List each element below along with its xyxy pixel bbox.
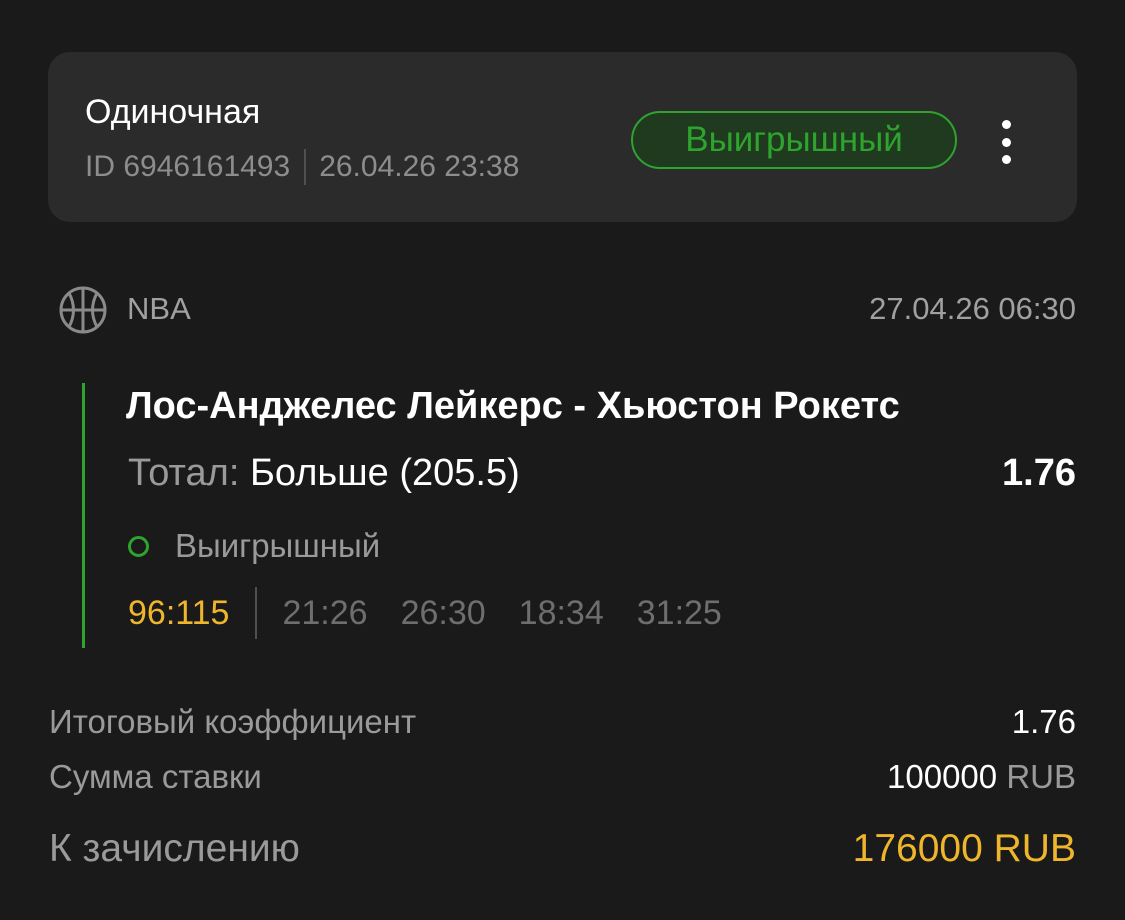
event-status-bar bbox=[82, 383, 85, 648]
more-dot-icon bbox=[1001, 155, 1011, 164]
more-options-button[interactable] bbox=[988, 120, 1024, 164]
market-label: Тотал: bbox=[128, 452, 250, 494]
event-start-time: 27.04.26 06:30 bbox=[869, 291, 1076, 326]
score-divider bbox=[255, 587, 258, 639]
stake-value: 100000 RUB bbox=[887, 758, 1076, 796]
period-score: 31:25 bbox=[636, 593, 722, 632]
selection-result: Выигрышный bbox=[128, 526, 380, 566]
stake-currency: RUB bbox=[1006, 758, 1076, 795]
total-odds-row: Итоговый коэффициент 1.76 bbox=[49, 702, 1076, 742]
result-status-text: Выигрышный bbox=[175, 527, 381, 564]
bet-type-label: Одиночная bbox=[85, 93, 261, 131]
stake-label: Сумма ставки bbox=[49, 758, 262, 795]
final-score: 96:115 bbox=[128, 593, 230, 632]
bet-meta: ID 6946161493 26.04.26 23:38 bbox=[85, 149, 519, 185]
payout-row: К зачислению 176000 RUB bbox=[49, 826, 1076, 872]
selection-odds: 1.76 bbox=[1002, 452, 1076, 494]
payout-label: К зачислению bbox=[49, 827, 300, 870]
meta-divider bbox=[304, 149, 307, 185]
result-status-icon bbox=[128, 535, 149, 557]
period-score: 21:26 bbox=[282, 593, 368, 632]
period-score: 26:30 bbox=[400, 593, 486, 632]
league-name: NBA bbox=[127, 291, 191, 326]
bet-details-page: Одиночная ID 6946161493 26.04.26 23:38 В… bbox=[0, 0, 1125, 920]
bet-id: ID 6946161493 bbox=[85, 150, 291, 183]
more-dot-icon bbox=[1001, 120, 1011, 129]
score-row: 96:115 21:26 26:30 18:34 31:25 bbox=[128, 587, 755, 639]
bet-status-badge: Выигрышный bbox=[631, 111, 957, 169]
bet-header-card: Одиночная ID 6946161493 26.04.26 23:38 В… bbox=[48, 52, 1077, 222]
bet-placed-time: 26.04.26 23:38 bbox=[319, 150, 520, 183]
stake-amount: 100000 bbox=[887, 758, 1007, 795]
period-score: 18:34 bbox=[518, 593, 604, 632]
total-odds-label: Итоговый коэффициент bbox=[49, 703, 417, 740]
stake-row: Сумма ставки 100000 RUB bbox=[49, 757, 1076, 797]
event-title[interactable]: Лос-Анджелес Лейкерс - Хьюстон Рокетс bbox=[126, 384, 900, 428]
payout-value: 176000 RUB bbox=[852, 827, 1076, 870]
league-row: NBA 27.04.26 06:30 bbox=[58, 283, 1076, 334]
more-dot-icon bbox=[1001, 137, 1011, 147]
market-selection: Больше (205.5) bbox=[249, 452, 520, 494]
basketball-icon bbox=[59, 286, 107, 334]
total-odds-value: 1.76 bbox=[1011, 703, 1076, 740]
market-row: Тотал: Больше (205.5) 1.76 bbox=[128, 451, 1076, 495]
